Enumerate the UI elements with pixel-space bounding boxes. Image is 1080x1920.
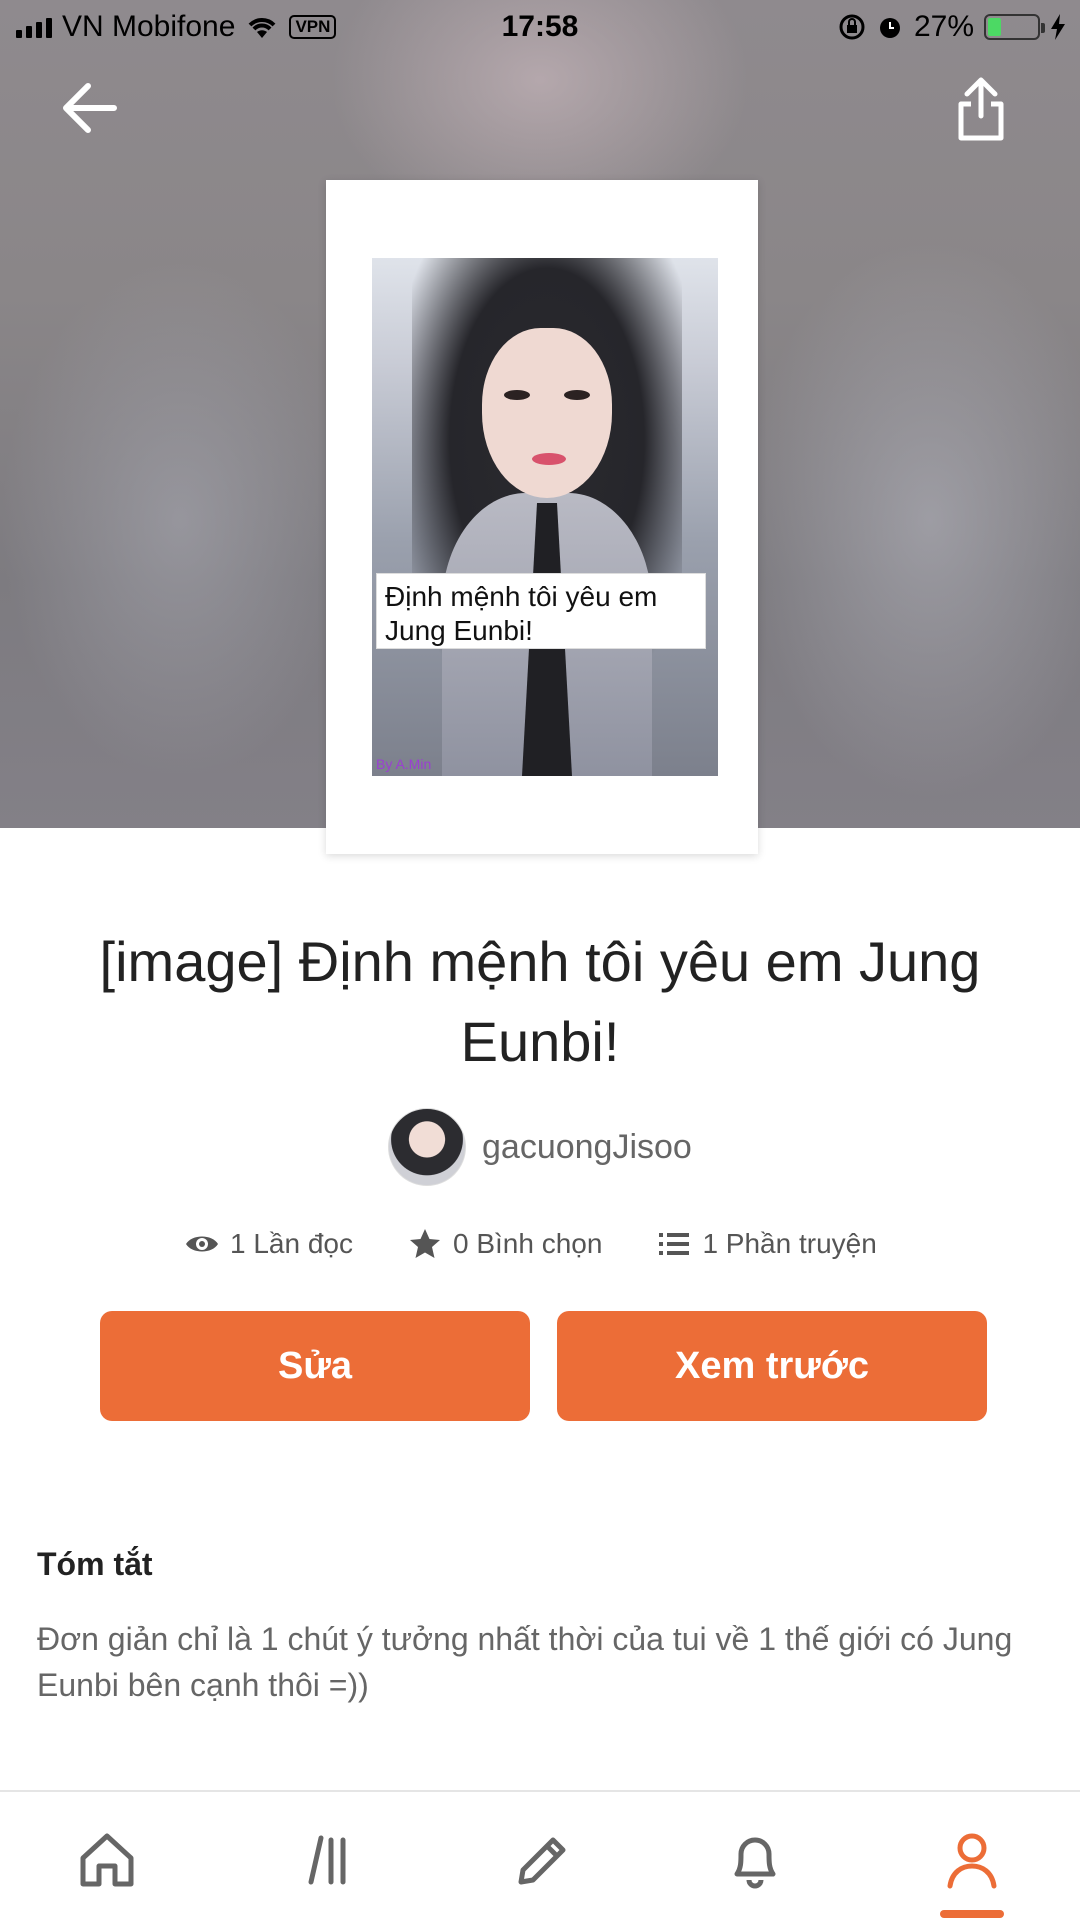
parts-stat: 1 Phần truyện: [656, 1226, 877, 1262]
preview-button[interactable]: Xem trước: [557, 1311, 987, 1421]
active-tab-indicator: [940, 1910, 1004, 1918]
summary-heading: Tóm tắt: [37, 1546, 153, 1582]
avatar: [388, 1108, 466, 1186]
author-name: gacuongJisoo: [482, 1127, 692, 1166]
arrow-left-icon: [63, 83, 117, 133]
alarm-icon: [879, 18, 900, 38]
write-icon: [518, 1837, 566, 1885]
back-button[interactable]: [60, 80, 130, 140]
share-icon: [958, 77, 1004, 141]
list-icon: [659, 1233, 690, 1255]
cover-photo: [372, 258, 718, 776]
star-icon: [410, 1229, 440, 1258]
battery-icon: [984, 14, 1045, 40]
reads-stat: 1 Lần đọc: [184, 1226, 353, 1262]
story-cover: Định mệnh tôi yêu em Jung Eunbi! By A.Mi…: [326, 180, 758, 854]
cover-signature: By A.Min: [376, 756, 432, 772]
rotation-lock-icon: [839, 14, 865, 40]
tab-write[interactable]: [501, 1820, 581, 1900]
profile-icon: [947, 1833, 997, 1889]
tab-profile[interactable]: [932, 1820, 1012, 1900]
home-icon: [80, 1833, 134, 1887]
tab-home[interactable]: [67, 1820, 147, 1900]
author-link[interactable]: gacuongJisoo: [388, 1108, 692, 1186]
story-title: [image] Định mệnh tôi yêu em Jung Eunbi!: [99, 930, 981, 1073]
votes-stat: 0 Bình chọn: [407, 1226, 602, 1262]
library-icon: [308, 1835, 346, 1885]
summary-text: Đơn giản chỉ là 1 chút ý tưởng nhất thời…: [37, 1621, 1013, 1703]
charging-bolt-icon: [1051, 14, 1065, 40]
tab-library[interactable]: [287, 1820, 367, 1900]
status-bar: VN Mobifone VPN 17:58 27%: [0, 0, 1080, 54]
edit-button[interactable]: Sửa: [100, 1311, 530, 1421]
share-button[interactable]: [955, 76, 1015, 146]
notifications-icon: [734, 1837, 776, 1889]
bottom-tab-bar: [0, 1790, 1080, 1920]
story-stats: 1 Lần đọc 0 Bình chọn 1 Phần truyện: [184, 1226, 877, 1262]
cover-caption: Định mệnh tôi yêu em Jung Eunbi!: [376, 573, 706, 649]
eye-icon: [186, 1236, 218, 1252]
tab-notifications[interactable]: [715, 1820, 795, 1900]
battery-percent: 27%: [913, 10, 974, 43]
